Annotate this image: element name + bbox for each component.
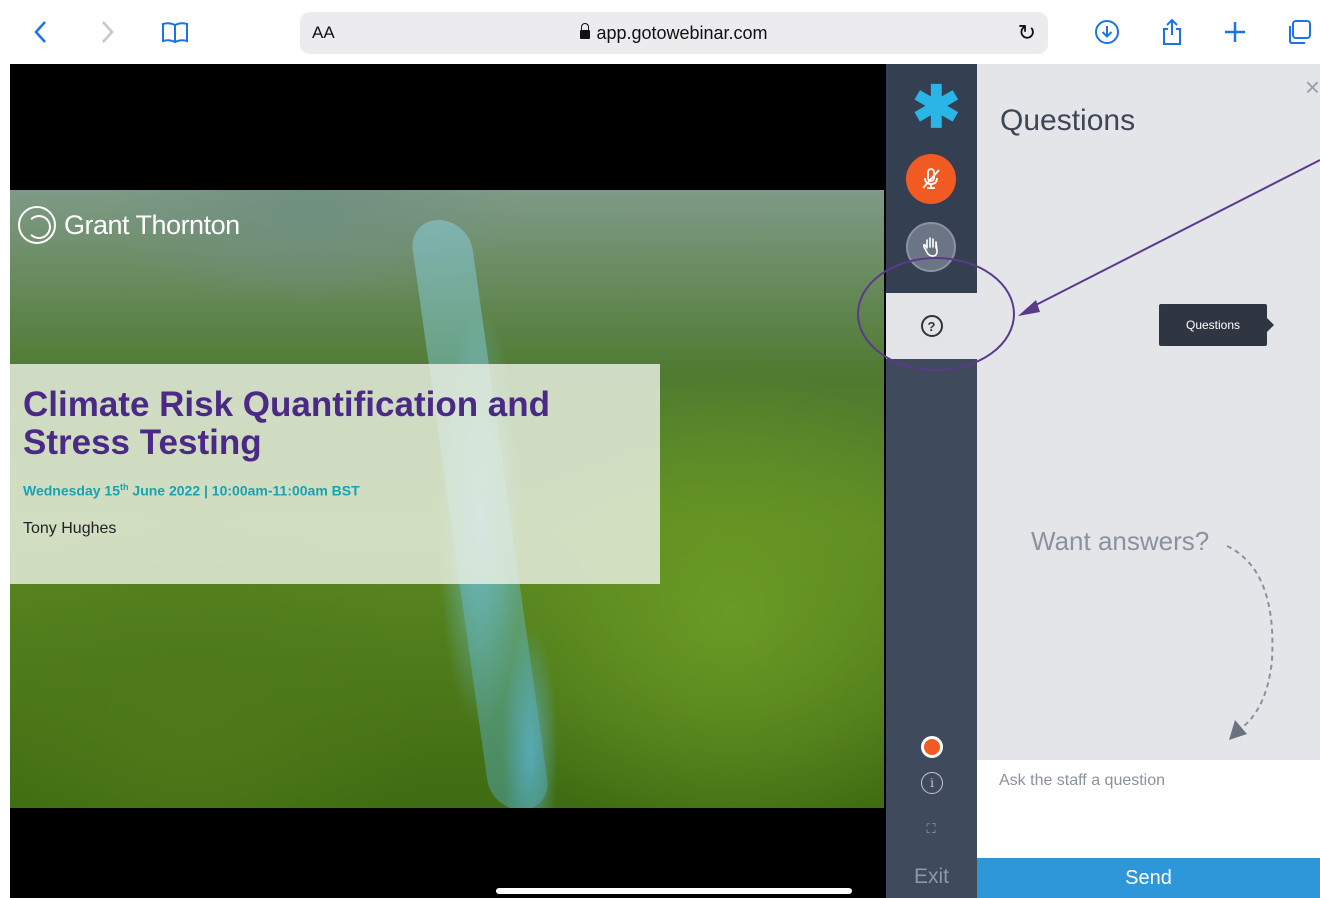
info-icon[interactable]: i bbox=[921, 772, 943, 794]
date-sup: th bbox=[120, 482, 129, 492]
slide-title-box: Climate Risk Quantification and Stress T… bbox=[10, 364, 660, 584]
share-icon[interactable] bbox=[1158, 16, 1186, 48]
tabs-icon[interactable] bbox=[1285, 16, 1313, 48]
questions-panel: Questions × Questions Want answers? Send bbox=[977, 64, 1320, 898]
microphone-muted-icon[interactable] bbox=[906, 154, 956, 204]
slide-title: Climate Risk Quantification and Stress T… bbox=[23, 385, 551, 462]
close-icon[interactable]: × bbox=[1305, 72, 1320, 103]
lock-icon bbox=[580, 23, 591, 39]
presenter-name: Tony Hughes bbox=[23, 520, 117, 537]
exit-button[interactable]: Exit bbox=[886, 865, 977, 889]
back-icon[interactable] bbox=[28, 16, 52, 48]
add-tab-icon[interactable] bbox=[1222, 16, 1248, 48]
questions-tab[interactable]: ? bbox=[886, 293, 977, 359]
download-icon[interactable] bbox=[1093, 16, 1121, 48]
empty-state-prompt: Want answers? bbox=[1031, 526, 1210, 556]
questions-tooltip: Questions bbox=[1159, 304, 1274, 346]
logo-mark-icon bbox=[18, 206, 56, 244]
logo-text: Grant Thornton bbox=[64, 209, 240, 240]
record-icon[interactable] bbox=[921, 736, 943, 758]
dashed-arrow-icon bbox=[1226, 545, 1274, 740]
presentation-slide: Grant Thornton Climate Risk Quantificati… bbox=[10, 190, 884, 808]
control-rail: ✱ ? i ⛶ Exit bbox=[886, 64, 977, 898]
grant-thornton-logo: Grant Thornton bbox=[18, 206, 240, 244]
date-suffix: June 2022 | 10:00am-11:00am BST bbox=[128, 482, 360, 499]
rail-top-section: ✱ bbox=[886, 64, 977, 293]
question-input-area bbox=[977, 760, 1320, 858]
question-input[interactable] bbox=[999, 772, 1299, 790]
fullscreen-icon[interactable]: ⛶ bbox=[921, 819, 941, 839]
gotowebinar-logo-icon: ✱ bbox=[912, 75, 961, 140]
video-stage: Grant Thornton Climate Risk Quantificati… bbox=[10, 64, 886, 898]
date-prefix: Wednesday 15 bbox=[23, 482, 121, 499]
reload-icon[interactable]: ↻ bbox=[1018, 20, 1036, 46]
home-indicator[interactable] bbox=[496, 888, 852, 894]
forward-icon[interactable] bbox=[96, 16, 120, 48]
address-bar[interactable]: AA app.gotowebinar.com ↻ bbox=[300, 12, 1048, 54]
bookmarks-icon[interactable] bbox=[160, 16, 190, 48]
raise-hand-icon[interactable] bbox=[906, 222, 956, 272]
questions-icon: ? bbox=[920, 315, 943, 337]
panel-title: Questions bbox=[1000, 104, 1136, 137]
url-text: app.gotowebinar.com bbox=[596, 23, 768, 43]
url-display[interactable]: app.gotowebinar.com bbox=[300, 23, 1048, 44]
browser-toolbar: AA app.gotowebinar.com ↻ bbox=[0, 0, 1320, 64]
slide-date: Wednesday 15th June 2022 | 10:00am-11:00… bbox=[23, 482, 360, 499]
send-button[interactable]: Send bbox=[977, 858, 1320, 898]
